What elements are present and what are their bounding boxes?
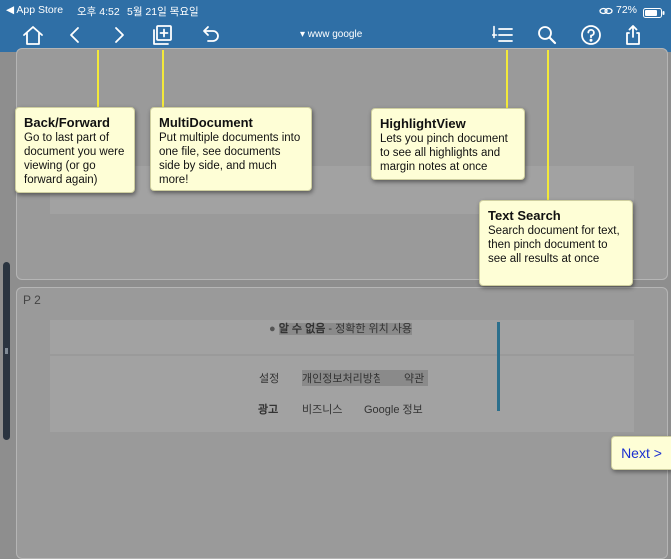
location-bullet: ● <box>269 323 276 335</box>
next-button-label: Next > <box>621 445 662 461</box>
callout-multidocument: MultiDocument Put multiple documents int… <box>150 107 312 191</box>
page-number-label: P 2 <box>23 293 41 307</box>
link-terms[interactable]: 약관 <box>380 370 429 386</box>
share-icon[interactable] <box>622 24 644 46</box>
help-icon[interactable] <box>580 24 602 46</box>
callout-title: MultiDocument <box>159 115 253 130</box>
callout-title: Back/Forward <box>24 115 110 130</box>
back-to-app-store[interactable]: ◀ App Store <box>6 4 63 16</box>
multidocument-icon[interactable] <box>151 24 173 46</box>
callout-title: HighlightView <box>380 116 466 131</box>
pointer-line-text-search <box>547 50 549 202</box>
location-precise[interactable]: - 정확한 위치 사용 <box>325 323 413 335</box>
link-ads[interactable]: 광고 <box>258 401 278 417</box>
battery-icon <box>643 5 665 18</box>
search-icon[interactable] <box>536 24 558 46</box>
callout-body: Go to last part of document you were vie… <box>24 132 125 186</box>
undo-icon[interactable] <box>199 24 221 46</box>
footer-links-section <box>50 356 634 432</box>
callout-body: Put multiple documents into one file, se… <box>159 132 301 186</box>
link-settings[interactable]: 설정 <box>259 370 279 386</box>
url-label[interactable]: ▾ www google <box>300 29 362 40</box>
location-line: ● 알 수 없음 - 정확한 위치 사용 <box>269 320 413 336</box>
home-icon[interactable] <box>22 24 44 46</box>
callout-text-search: Text Search Search document for text, th… <box>479 200 633 286</box>
link-icon <box>599 3 613 15</box>
link-about-google[interactable]: Google 정보 <box>364 401 423 417</box>
scroll-thumb[interactable] <box>5 348 8 354</box>
pointer-line-highlightview <box>506 50 508 110</box>
link-business[interactable]: 비즈니스 <box>302 401 342 417</box>
callout-highlightview: HighlightView Lets you pinch document to… <box>371 108 525 180</box>
callout-body: Search document for text, then pinch doc… <box>488 225 620 265</box>
pointer-line-multidocument <box>162 50 164 108</box>
margin-marker <box>497 322 500 411</box>
callout-back-forward: Back/Forward Go to last part of document… <box>15 107 135 193</box>
next-button[interactable]: Next > <box>611 436 671 470</box>
pointer-line-back-forward <box>97 50 99 108</box>
battery-percent: 72% <box>616 4 638 16</box>
callout-body: Lets you pinch document to see all highl… <box>380 133 508 173</box>
callout-title: Text Search <box>488 208 561 223</box>
highlightview-icon[interactable] <box>492 24 514 46</box>
status-date: 5월 21일 목요일 <box>127 6 199 18</box>
location-unknown: 알 수 없음 <box>278 323 326 335</box>
link-privacy[interactable]: 개인정보처리방침 <box>302 370 383 386</box>
forward-icon[interactable] <box>108 24 130 46</box>
back-icon[interactable] <box>64 24 86 46</box>
status-time: 오후 4:52 <box>77 6 120 18</box>
